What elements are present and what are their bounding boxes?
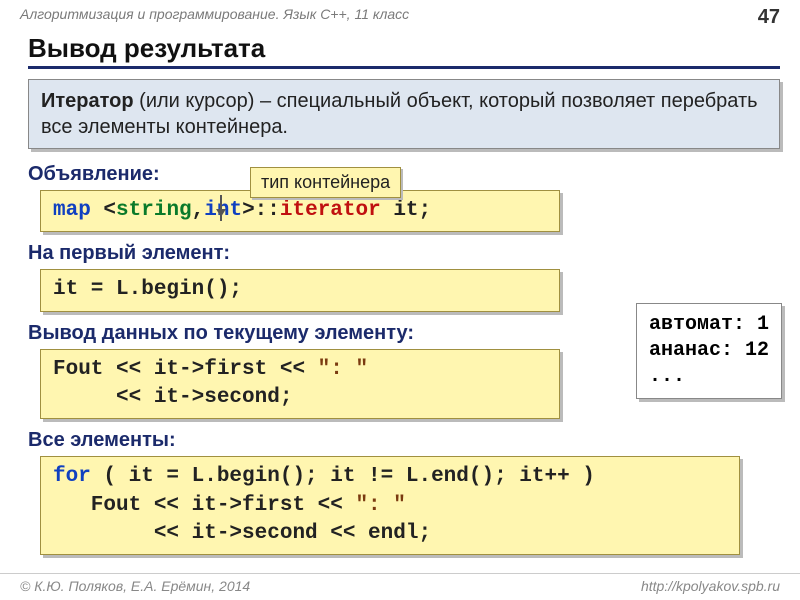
pointer-icon	[220, 195, 222, 221]
label-first-element: На первый элемент:	[28, 242, 780, 265]
code-begin: it = L.begin();	[40, 269, 560, 311]
output-box: автомат: 1 ананас: 12 ...	[636, 303, 782, 399]
callout-container-type: тип контейнера	[250, 167, 401, 198]
footer-url: http://kpolyakov.spb.ru	[641, 578, 780, 594]
definition-text: (или курсор) – специальный объект, котор…	[41, 90, 758, 138]
header: Алгоритмизация и программирование. Язык …	[0, 0, 800, 29]
code-current: Fout << it->first << ": " << it->second;	[40, 349, 560, 420]
course-label: Алгоритмизация и программирование. Язык …	[20, 6, 409, 29]
page-title: Вывод результата	[28, 33, 780, 69]
definition-box: Итератор (или курсор) – специальный объе…	[28, 79, 780, 149]
page-number: 47	[758, 6, 780, 29]
content: Итератор (или курсор) – специальный объе…	[0, 79, 800, 555]
label-declaration: Объявление:	[28, 163, 780, 186]
label-all-elements: Все элементы:	[28, 429, 780, 452]
footer: © К.Ю. Поляков, Е.А. Ерёмин, 2014 http:/…	[0, 573, 800, 594]
copyright: © К.Ю. Поляков, Е.А. Ерёмин, 2014	[20, 578, 250, 594]
definition-term: Итератор	[41, 90, 134, 112]
code-all: for ( it = L.begin(); it != L.end(); it+…	[40, 456, 740, 555]
